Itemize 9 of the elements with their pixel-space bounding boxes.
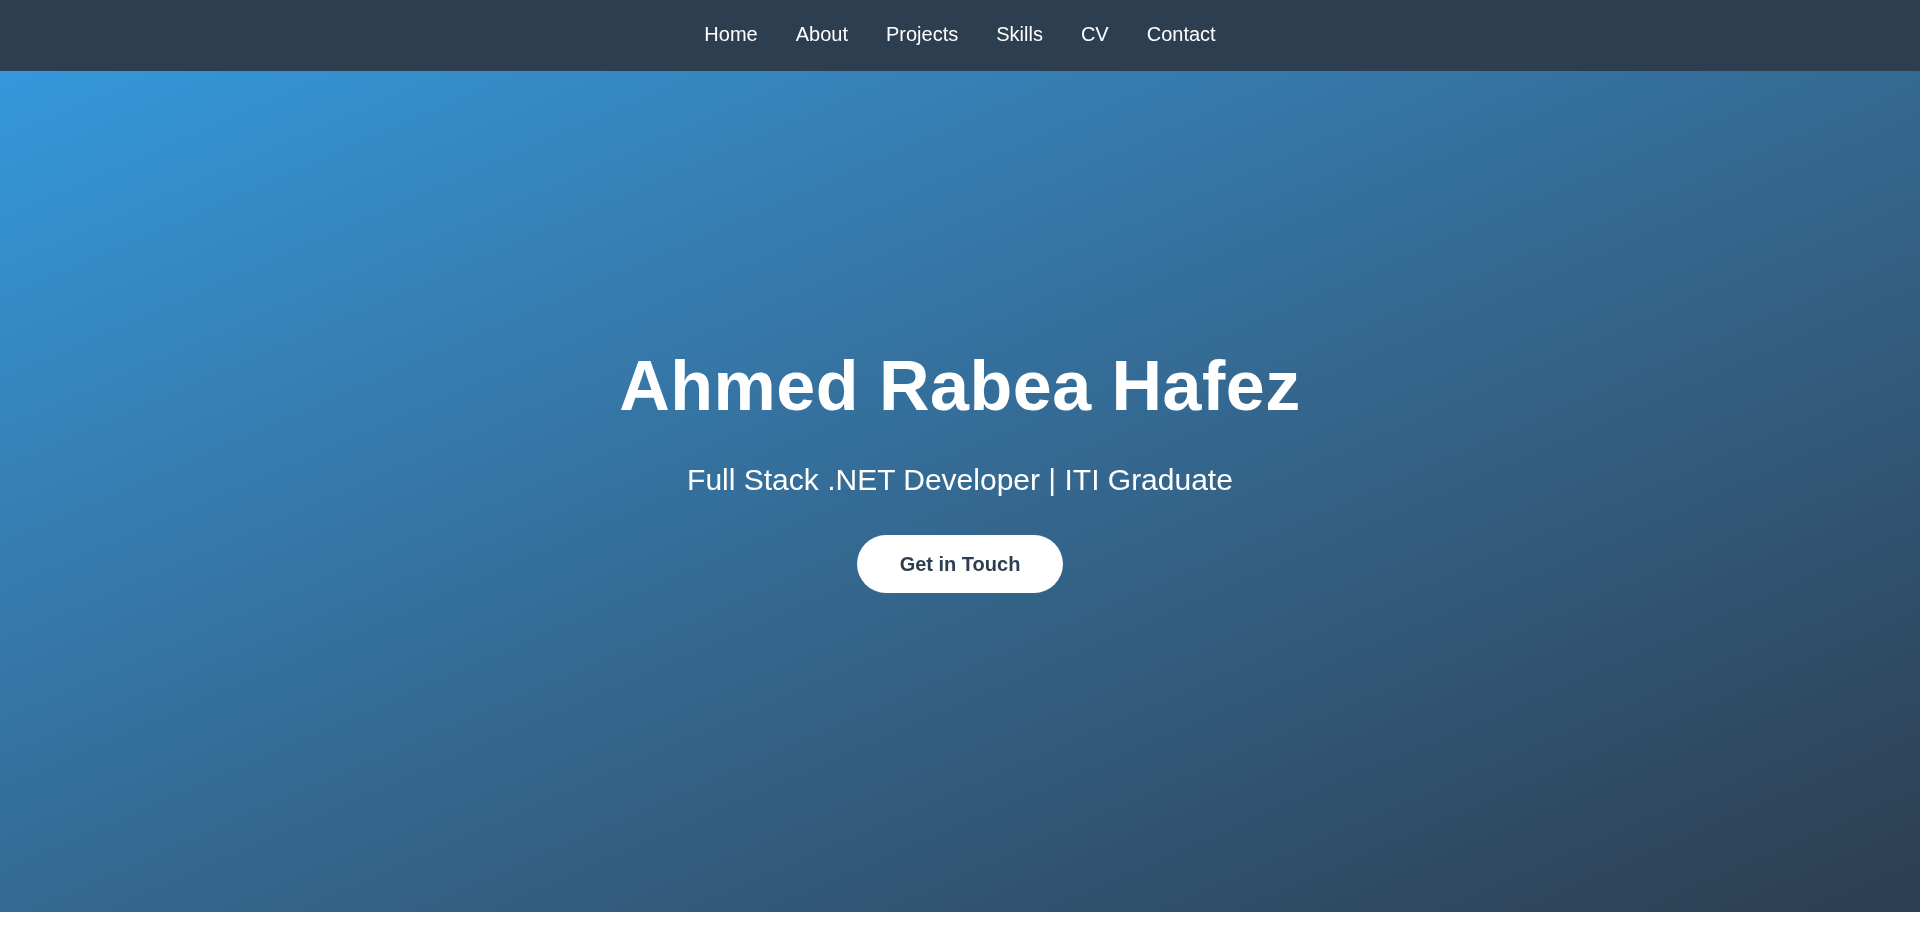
hero-subtitle: Full Stack .NET Developer | ITI Graduate bbox=[687, 464, 1233, 495]
nav-link[interactable]: About bbox=[795, 22, 848, 45]
nav-link[interactable]: CV bbox=[1080, 22, 1109, 45]
get-in-touch-button[interactable]: Get in Touch bbox=[857, 534, 1063, 593]
nav-link[interactable]: Projects bbox=[886, 22, 959, 45]
nav-link[interactable]: Home bbox=[704, 22, 758, 45]
nav-link[interactable]: Skills bbox=[996, 22, 1043, 45]
hero-title: Ahmed Rabea Hafez bbox=[619, 350, 1301, 421]
nav-link[interactable]: Contact bbox=[1146, 22, 1216, 45]
